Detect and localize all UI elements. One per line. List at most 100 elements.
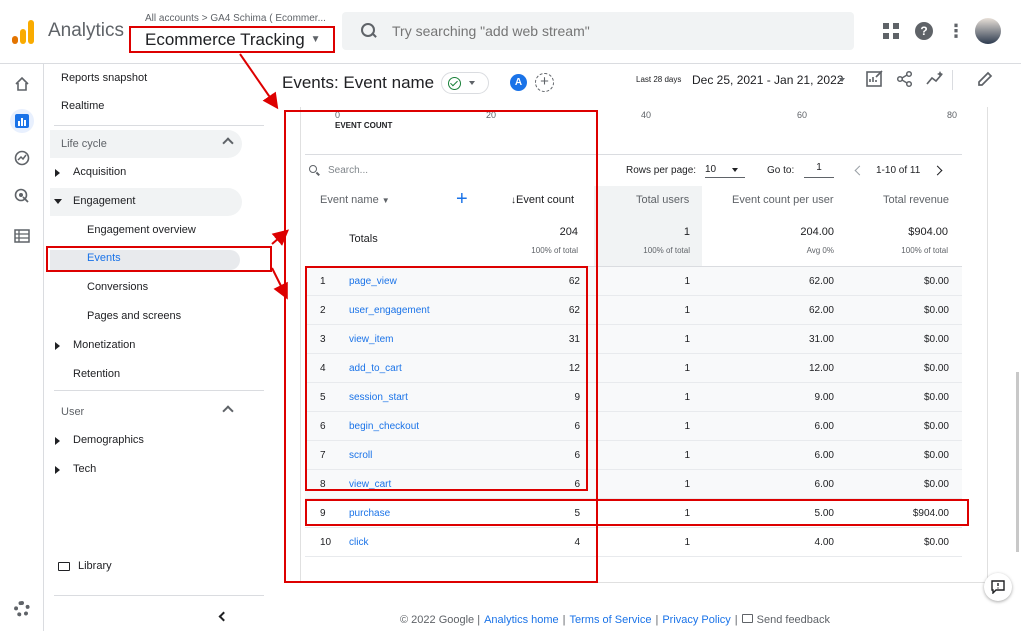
expand-arrow-icon[interactable] <box>55 437 60 445</box>
expand-arrow-icon[interactable] <box>55 342 60 350</box>
event-name-link[interactable]: scroll <box>349 450 372 461</box>
configure-list-icon[interactable] <box>10 224 34 248</box>
table-row[interactable]: 2 user_engagement 62 1 62.00 $0.00 <box>305 296 962 325</box>
table-row[interactable]: 9 purchase 5 1 5.00 $904.00 <box>305 499 962 528</box>
property-name: Ecommerce Tracking <box>145 29 305 49</box>
event-name-link[interactable]: purchase <box>349 508 390 519</box>
check-circle-icon <box>448 76 461 90</box>
total-users-cell: 1 <box>684 363 690 374</box>
avatar[interactable] <box>975 18 1001 44</box>
share-icon[interactable] <box>896 70 914 88</box>
event-count-per-user-cell: 62.00 <box>808 305 834 316</box>
table-row[interactable]: 1 page_view 62 1 62.00 $0.00 <box>305 267 962 296</box>
reports-icon[interactable] <box>10 109 34 133</box>
footer-sep: | <box>562 614 566 626</box>
data-quality-chip[interactable] <box>441 72 489 94</box>
table-row[interactable]: 4 add_to_cart 12 1 12.00 $0.00 <box>305 354 962 383</box>
feedback-chat-button[interactable] <box>984 573 1012 601</box>
nav-demographics[interactable]: Demographics <box>73 434 144 446</box>
caret-down-icon[interactable] <box>839 78 845 82</box>
col-header-total-revenue[interactable]: Total revenue <box>883 194 949 206</box>
event-name-link[interactable]: view_cart <box>349 479 391 490</box>
search-icon <box>360 22 378 40</box>
collapse-nav-icon[interactable] <box>218 611 229 622</box>
nav-reports-snapshot[interactable]: Reports snapshot <box>61 72 147 84</box>
explore-icon[interactable] <box>10 146 34 170</box>
footer-send-feedback[interactable]: Send feedback <box>757 614 830 626</box>
add-dimension-icon[interactable]: + <box>456 189 468 209</box>
nav-tech[interactable]: Tech <box>73 463 96 475</box>
nav-section-user[interactable]: User <box>50 398 242 426</box>
nav-divider <box>54 125 264 126</box>
expand-arrow-icon[interactable] <box>55 466 60 474</box>
table-row[interactable]: 8 view_cart 6 1 6.00 $0.00 <box>305 470 962 499</box>
nav-engagement[interactable]: Engagement <box>73 195 135 207</box>
event-name-link[interactable]: add_to_cart <box>349 363 402 374</box>
help-icon[interactable]: ? <box>915 22 933 40</box>
event-name-link[interactable]: view_item <box>349 334 393 345</box>
scrollbar[interactable] <box>1016 372 1019 552</box>
nav-engagement-overview[interactable]: Engagement overview <box>87 224 196 236</box>
table-row[interactable]: 6 begin_checkout 6 1 6.00 $0.00 <box>305 412 962 441</box>
footer-sep: | <box>734 614 738 626</box>
nav-acquisition[interactable]: Acquisition <box>73 166 126 178</box>
collapse-arrow-icon[interactable] <box>54 199 62 204</box>
event-name-link[interactable]: begin_checkout <box>349 421 419 432</box>
nav-monetization[interactable]: Monetization <box>73 339 135 351</box>
event-name-link[interactable]: user_engagement <box>349 305 430 316</box>
totals-per-user: 204.00 <box>800 226 834 238</box>
event-count-cell: 31 <box>568 334 580 345</box>
event-count-per-user-cell: 4.00 <box>814 537 834 548</box>
more-vert-icon[interactable]: ⋮ <box>947 22 965 40</box>
nav-retention[interactable]: Retention <box>73 368 120 380</box>
nav-library[interactable]: Library <box>58 560 112 572</box>
property-selector[interactable]: Ecommerce Tracking ▼ <box>129 26 335 53</box>
search-icon <box>309 165 320 176</box>
customize-report-icon[interactable] <box>866 70 884 88</box>
event-name-link[interactable]: session_start <box>349 392 408 403</box>
col-header-event-name[interactable]: Event name ▼ <box>320 194 390 206</box>
footer-privacy-link[interactable]: Privacy Policy <box>662 614 730 626</box>
nav-conversions[interactable]: Conversions <box>87 281 148 293</box>
col-header-event-count-per-user[interactable]: Event count per user <box>732 194 834 206</box>
nav-events[interactable]: Events <box>87 252 121 264</box>
col-header-event-count[interactable]: ↓Event count <box>511 194 574 206</box>
table-row[interactable]: 5 session_start 9 1 9.00 $0.00 <box>305 383 962 412</box>
event-count-per-user-cell: 12.00 <box>808 363 834 374</box>
axis-title: EVENT COUNT <box>335 121 393 130</box>
advertising-icon[interactable] <box>10 184 34 208</box>
home-icon[interactable] <box>10 72 34 96</box>
feedback-icon[interactable] <box>741 614 753 623</box>
col-header-label: Event name <box>320 194 379 206</box>
table-row[interactable]: 3 view_item 31 1 31.00 $0.00 <box>305 325 962 354</box>
comparison-avatar[interactable]: A <box>510 74 527 91</box>
table-row[interactable]: 10 click 4 1 4.00 $0.00 <box>305 528 962 557</box>
date-range-picker[interactable]: Dec 25, 2021 - Jan 21, 2022 <box>692 73 843 87</box>
add-comparison-icon[interactable]: + <box>535 73 554 92</box>
apps-grid-icon[interactable] <box>881 21 901 41</box>
table-search[interactable]: Search... <box>309 165 368 176</box>
analytics-logo-icon[interactable] <box>12 20 34 44</box>
table-row[interactable]: 7 scroll 6 1 6.00 $0.00 <box>305 441 962 470</box>
col-header-total-users[interactable]: Total users <box>636 194 689 206</box>
footer-terms-link[interactable]: Terms of Service <box>570 614 652 626</box>
event-name-link[interactable]: page_view <box>349 276 397 287</box>
expand-arrow-icon[interactable] <box>55 169 60 177</box>
event-name-link[interactable]: click <box>349 537 368 548</box>
event-count-cell: 12 <box>568 363 580 374</box>
nav-pages-and-screens[interactable]: Pages and screens <box>87 310 181 322</box>
goto-input[interactable]: 1 <box>804 162 834 178</box>
total-users-cell: 1 <box>684 537 690 548</box>
rows-per-page-select[interactable]: 10 <box>705 162 745 178</box>
settings-gear-icon[interactable] <box>14 601 30 617</box>
folder-icon <box>58 561 70 571</box>
event-count-cell: 9 <box>574 392 580 403</box>
search-bar[interactable] <box>342 12 854 50</box>
account-breadcrumb[interactable]: All accounts > GA4 Schima ( Ecommer... <box>145 13 326 24</box>
edit-pencil-icon[interactable] <box>976 70 994 88</box>
nav-realtime[interactable]: Realtime <box>61 100 104 112</box>
insights-icon[interactable] <box>926 70 944 88</box>
nav-section-lifecycle[interactable]: Life cycle <box>50 130 242 158</box>
search-input[interactable] <box>392 23 812 39</box>
footer-analytics-home-link[interactable]: Analytics home <box>484 614 559 626</box>
